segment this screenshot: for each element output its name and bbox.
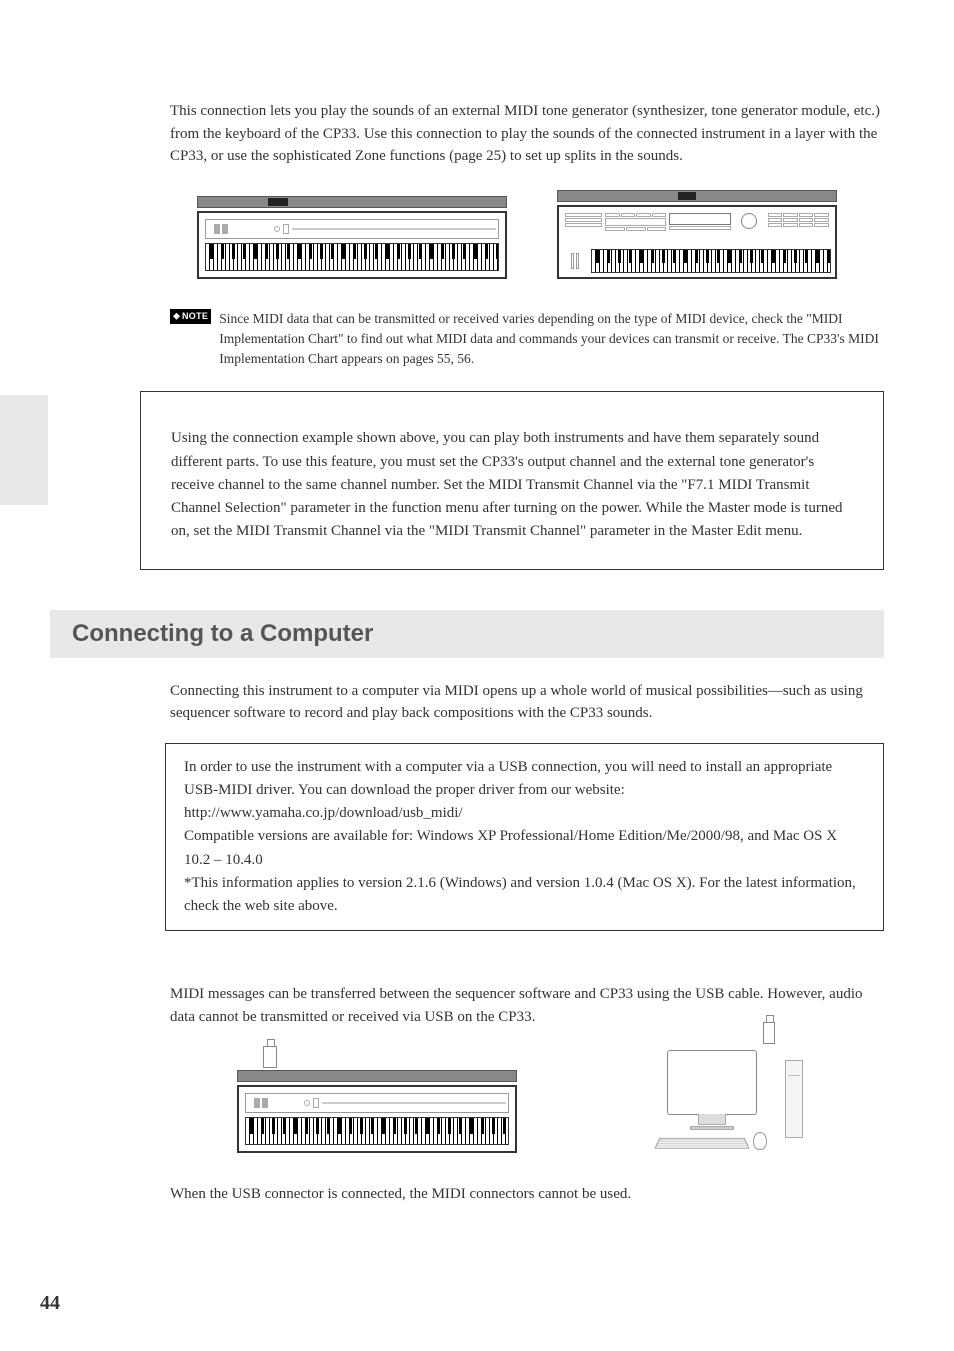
usb-midi-note: When the USB connector is connected, the… bbox=[170, 1183, 884, 1206]
page-number: 44 bbox=[40, 1292, 60, 1315]
driver-compat-text: Compatible versions are available for: W… bbox=[184, 825, 865, 872]
computer-keyboard-icon bbox=[654, 1138, 749, 1149]
mouse-icon bbox=[753, 1132, 767, 1150]
usb-connector-icon bbox=[263, 1046, 277, 1068]
diagram-cp33-usb bbox=[237, 1046, 517, 1153]
midi-channel-info-box: Using the connection example shown above… bbox=[140, 391, 884, 569]
note-block: NOTE Since MIDI data that can be transmi… bbox=[170, 309, 884, 370]
section-header: Connecting to a Computer bbox=[50, 610, 884, 658]
driver-version-note: *This information applies to version 2.1… bbox=[184, 872, 865, 919]
diagram-computer bbox=[627, 1050, 797, 1150]
diagram-cp33 bbox=[197, 196, 507, 279]
box-text: Using the connection example shown above… bbox=[171, 427, 853, 543]
usb-driver-info-box: In order to use the instrument with a co… bbox=[165, 743, 884, 932]
usb-connector-icon bbox=[763, 1022, 775, 1044]
usb-connection-diagram bbox=[150, 1046, 884, 1153]
usb-midi-paragraph: MIDI messages can be transferred between… bbox=[170, 983, 884, 1028]
monitor-icon bbox=[667, 1050, 757, 1115]
diagram-external-synth bbox=[557, 190, 837, 279]
side-tab bbox=[0, 395, 48, 505]
note-text: Since MIDI data that can be transmitted … bbox=[219, 309, 884, 370]
intro-paragraph: This connection lets you play the sounds… bbox=[170, 100, 884, 168]
section-title: Connecting to a Computer bbox=[72, 620, 862, 648]
note-badge-icon: NOTE bbox=[170, 309, 211, 325]
computer-tower-icon bbox=[785, 1060, 803, 1138]
computer-intro-paragraph: Connecting this instrument to a computer… bbox=[170, 680, 884, 725]
midi-connection-diagram bbox=[150, 190, 884, 279]
driver-url-text: http://www.yamaha.co.jp/download/usb_mid… bbox=[184, 802, 865, 825]
driver-intro-text: In order to use the instrument with a co… bbox=[184, 756, 865, 803]
